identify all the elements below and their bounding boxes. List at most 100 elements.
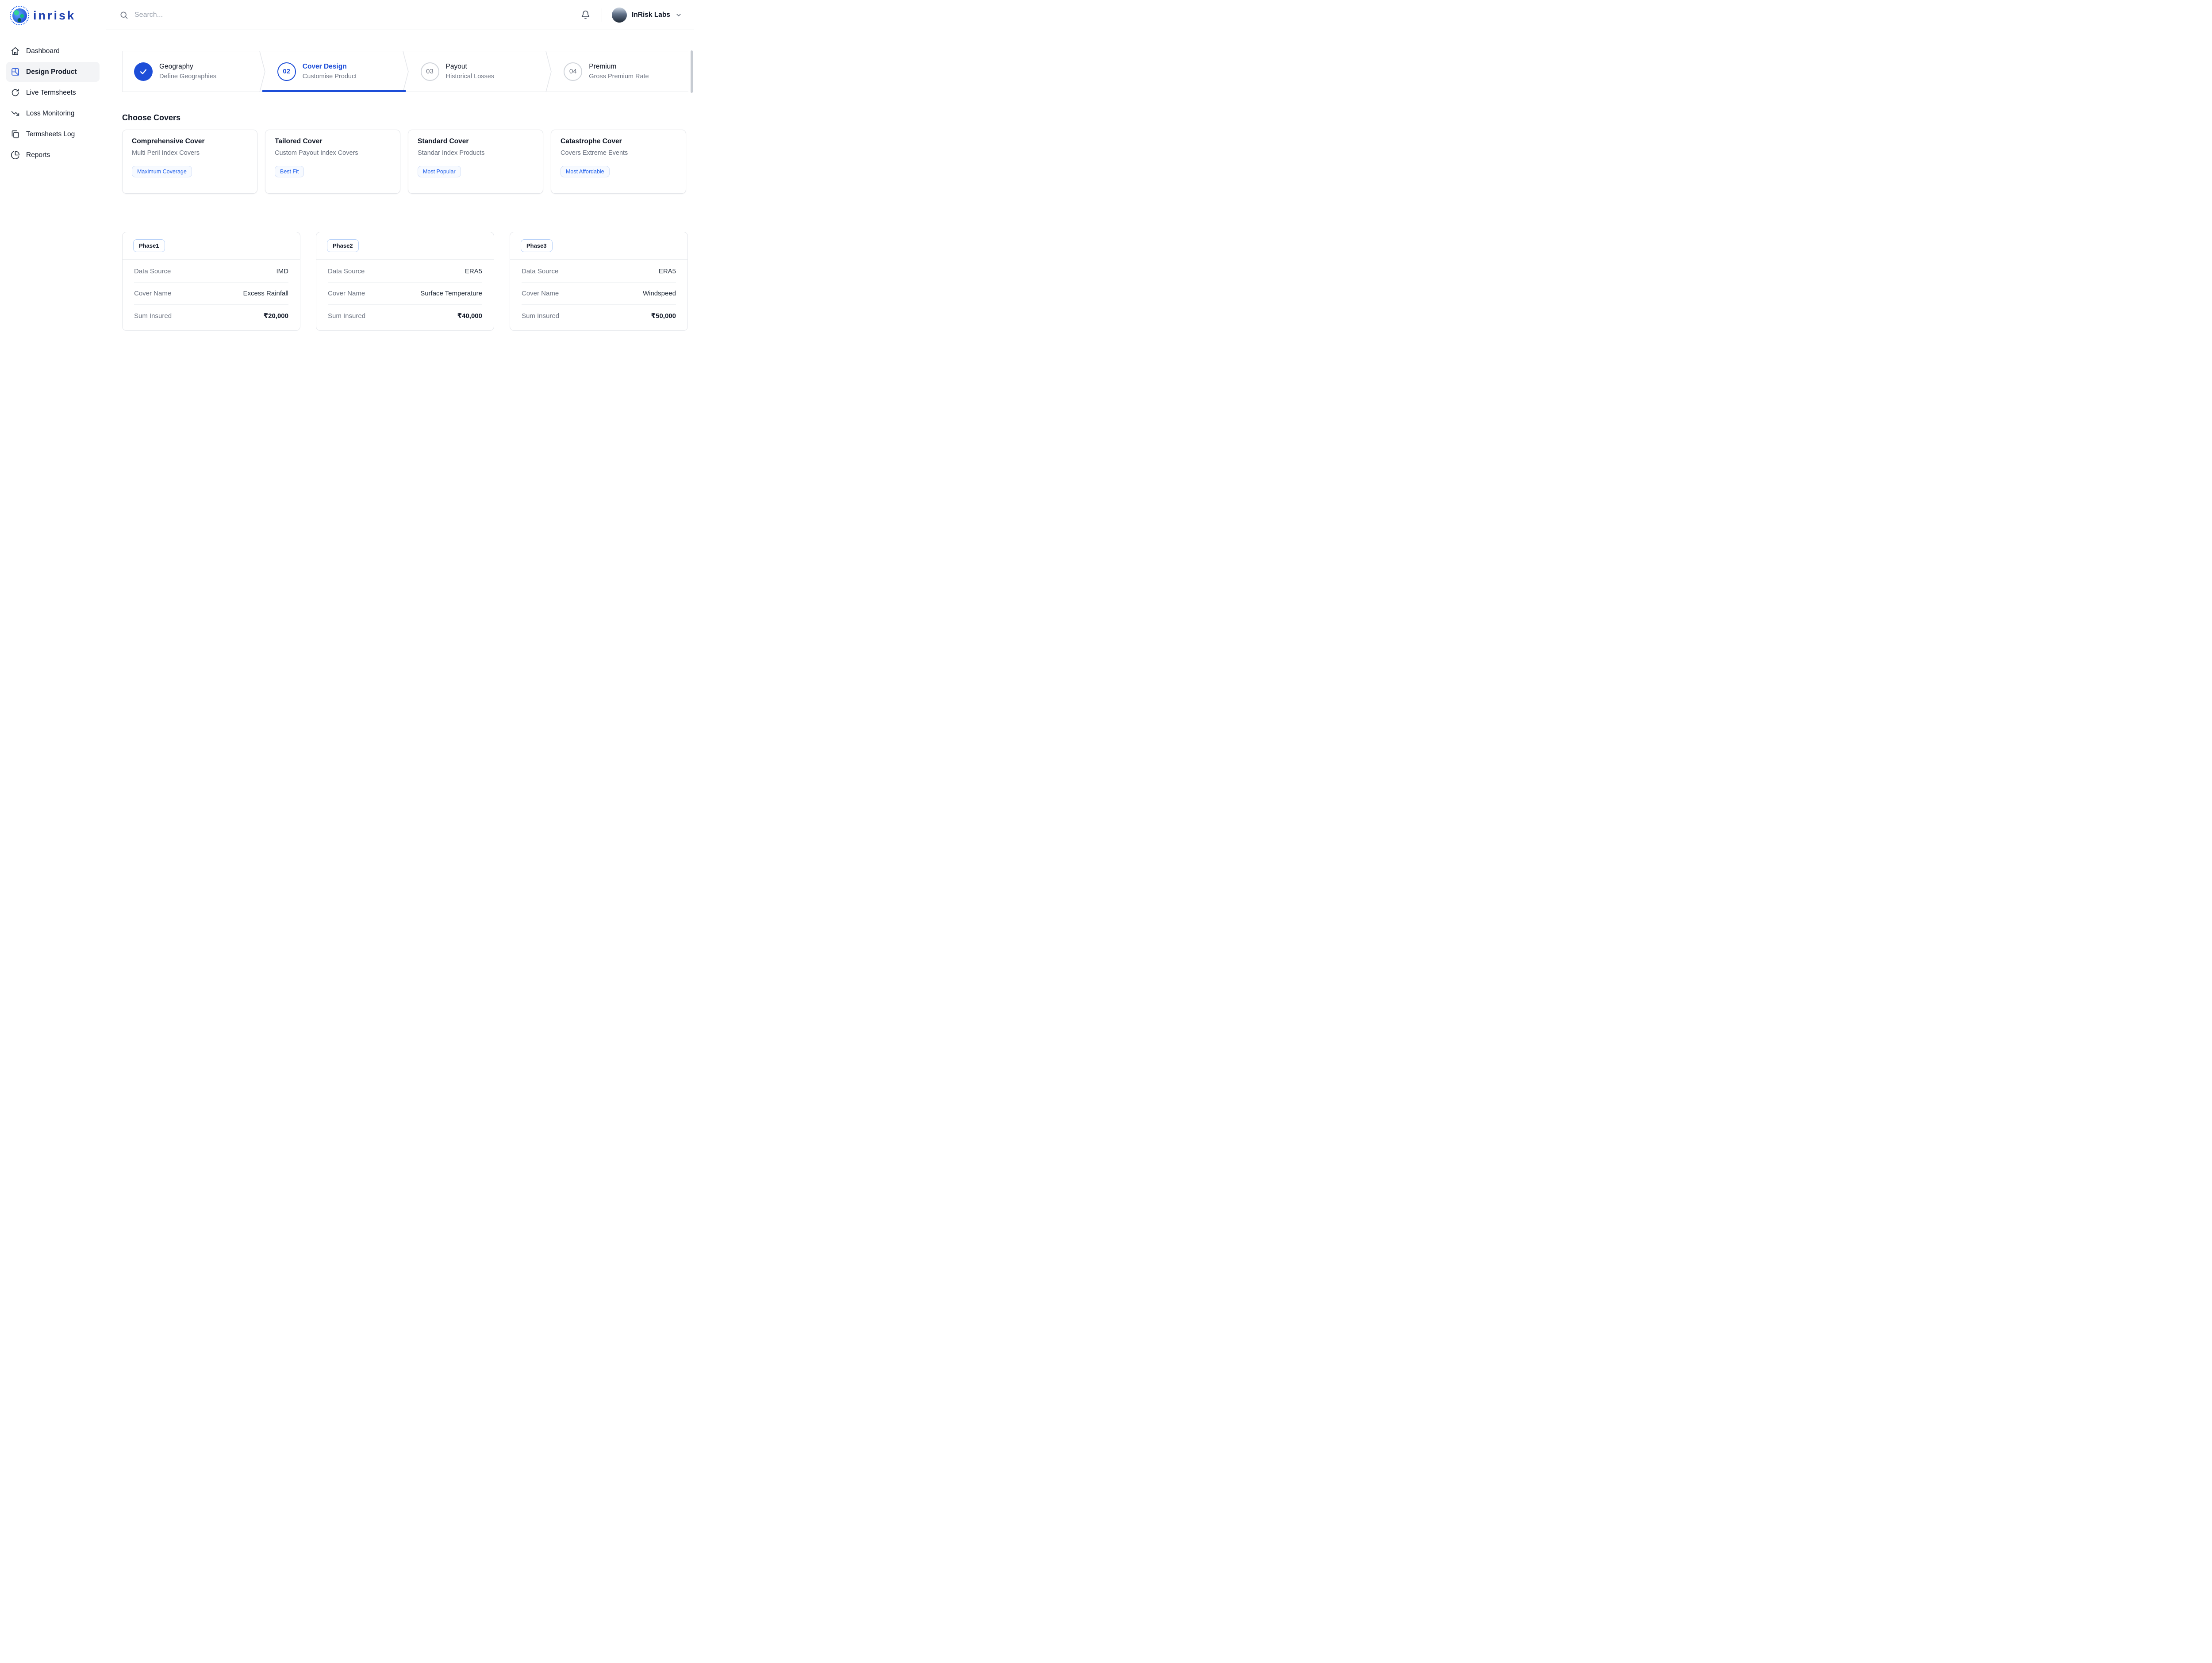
brand-logo[interactable]: inrisk (0, 0, 106, 25)
phase-row-cover-name: Cover Name Surface Temperature (328, 282, 482, 304)
cover-card-tailored[interactable]: Tailored Cover Custom Payout Index Cover… (265, 130, 400, 194)
row-label: Cover Name (328, 290, 365, 297)
cover-subtitle: Multi Peril Index Covers (132, 149, 248, 157)
step-title: Geography (159, 63, 216, 71)
cover-card-comprehensive[interactable]: Comprehensive Cover Multi Peril Index Co… (122, 130, 257, 194)
phase-badge: Phase1 (133, 239, 165, 252)
cover-card-catastrophe[interactable]: Catastrophe Cover Covers Extreme Events … (551, 130, 686, 194)
phase-row-data-source: Data Source IMD (134, 261, 288, 282)
row-value: Windspeed (643, 290, 676, 297)
step-complete-circle (134, 62, 153, 81)
sidebar-item-reports[interactable]: Reports (6, 145, 100, 165)
topbar: InRisk Labs (106, 0, 694, 30)
cover-cards-row: Comprehensive Cover Multi Peril Index Co… (122, 130, 688, 194)
row-value: Surface Temperature (420, 290, 482, 297)
cover-title: Standard Cover (418, 138, 534, 146)
phase-row-sum-insured: Sum Insured ₹20,000 (134, 304, 288, 327)
step-subtitle: Customise Product (303, 73, 357, 80)
step-cover-design[interactable]: 02 Cover Design Customise Product (266, 51, 402, 92)
phase-row-data-source: Data Source ERA5 (328, 261, 482, 282)
phase-badge: Phase2 (327, 239, 359, 252)
row-label: Data Source (522, 268, 558, 275)
row-label: Data Source (328, 268, 365, 275)
phase-card-3: Phase3 Data Source ERA5 Cover Name Winds… (510, 232, 688, 331)
sidebar-nav: Dashboard Design Product Live Termsheets… (0, 41, 106, 165)
cover-title: Catastrophe Cover (561, 138, 676, 146)
search-input[interactable] (134, 11, 276, 19)
step-payout[interactable]: 03 Payout Historical Losses (409, 51, 545, 92)
home-icon (11, 46, 20, 56)
phase-row-data-source: Data Source ERA5 (522, 261, 676, 282)
row-label: Sum Insured (134, 312, 172, 320)
row-value: ₹40,000 (457, 312, 482, 320)
cover-title: Tailored Cover (275, 138, 391, 146)
phase-badge: Phase3 (521, 239, 553, 252)
phase-cards-row: Phase1 Data Source IMD Cover Name Excess… (122, 232, 688, 331)
step-title: Premium (589, 63, 649, 71)
sidebar-item-live-termsheets[interactable]: Live Termsheets (6, 83, 100, 103)
cover-subtitle: Custom Payout Index Covers (275, 149, 391, 157)
row-value: ERA5 (465, 268, 482, 275)
cover-badge: Best Fit (275, 166, 304, 177)
check-icon (139, 67, 148, 76)
cover-title: Comprehensive Cover (132, 138, 248, 146)
account-name: InRisk Labs (632, 11, 670, 19)
bell-icon[interactable] (581, 10, 590, 19)
sidebar-item-label: Loss Monitoring (26, 110, 74, 118)
step-number-circle: 04 (564, 62, 582, 81)
phase-row-sum-insured: Sum Insured ₹50,000 (522, 304, 676, 327)
step-premium[interactable]: 04 Premium Gross Premium Rate (552, 51, 688, 92)
design-icon (11, 67, 20, 77)
main-area: InRisk Labs Geography Define Geographies (106, 0, 694, 356)
account-menu[interactable]: InRisk Labs (612, 8, 682, 23)
cover-badge: Most Affordable (561, 166, 610, 177)
step-subtitle: Gross Premium Rate (589, 73, 649, 80)
phase-header: Phase2 (316, 232, 494, 260)
cover-card-standard[interactable]: Standard Cover Standar Index Products Mo… (408, 130, 543, 194)
trend-down-icon (11, 109, 20, 118)
step-number-circle: 02 (277, 62, 296, 81)
sidebar-item-label: Design Product (26, 68, 77, 76)
sidebar-item-dashboard[interactable]: Dashboard (6, 41, 100, 61)
step-title: Cover Design (303, 63, 357, 71)
brand-name: inrisk (33, 9, 76, 23)
row-label: Cover Name (522, 290, 559, 297)
row-label: Sum Insured (522, 312, 559, 320)
phase-card-1: Phase1 Data Source IMD Cover Name Excess… (122, 232, 300, 331)
globe-icon (10, 6, 29, 25)
step-number-circle: 03 (421, 62, 439, 81)
phase-row-cover-name: Cover Name Windspeed (522, 282, 676, 304)
row-value: ₹50,000 (651, 312, 676, 320)
step-subtitle: Historical Losses (446, 73, 495, 80)
sidebar-item-loss-monitoring[interactable]: Loss Monitoring (6, 103, 100, 123)
phase-rows: Data Source IMD Cover Name Excess Rainfa… (123, 260, 300, 330)
row-label: Sum Insured (328, 312, 365, 320)
scrollbar-thumb[interactable] (691, 50, 693, 93)
phase-header: Phase1 (123, 232, 300, 260)
phase-row-cover-name: Cover Name Excess Rainfall (134, 282, 288, 304)
sidebar-item-label: Live Termsheets (26, 89, 76, 97)
step-title: Payout (446, 63, 495, 71)
step-separator-icon (402, 51, 409, 92)
documents-icon (11, 130, 20, 139)
wizard-stepper: Geography Define Geographies 02 Cover De… (122, 51, 688, 92)
search-box (119, 11, 581, 19)
cover-badge: Maximum Coverage (132, 166, 192, 177)
row-label: Cover Name (134, 290, 171, 297)
step-geography[interactable]: Geography Define Geographies (123, 51, 259, 92)
phase-rows: Data Source ERA5 Cover Name Windspeed Su… (510, 260, 687, 330)
sidebar-item-label: Dashboard (26, 47, 60, 55)
search-icon (119, 11, 128, 19)
sidebar-item-label: Reports (26, 151, 50, 159)
avatar (612, 8, 627, 23)
row-value: Excess Rainfall (243, 290, 288, 297)
row-value: ERA5 (659, 268, 676, 275)
sidebar-item-label: Termsheets Log (26, 130, 75, 138)
row-label: Data Source (134, 268, 171, 275)
sidebar-item-termsheets-log[interactable]: Termsheets Log (6, 124, 100, 144)
topbar-right: InRisk Labs (581, 8, 682, 23)
sidebar-item-design-product[interactable]: Design Product (6, 62, 100, 82)
app-window: inrisk Dashboard Design Product Live Ter… (0, 0, 694, 356)
refresh-icon (11, 88, 20, 97)
content-area: Choose Covers Comprehensive Cover Multi … (106, 113, 694, 331)
